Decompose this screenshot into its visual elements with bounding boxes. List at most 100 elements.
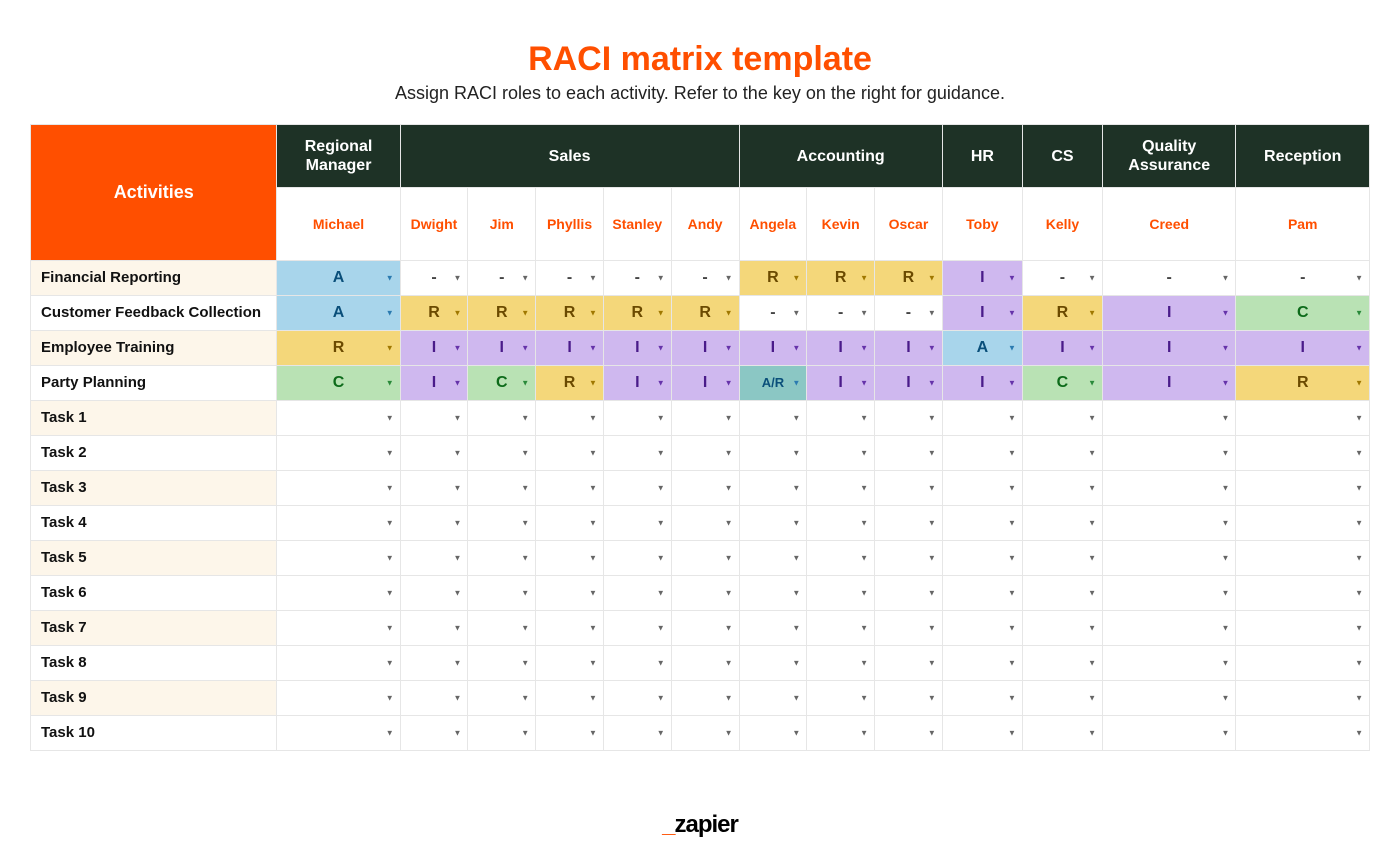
raci-cell[interactable]: ▼: [603, 436, 671, 471]
raci-cell[interactable]: R▼: [1236, 366, 1370, 401]
raci-cell[interactable]: ▼: [1022, 611, 1102, 646]
raci-cell[interactable]: I▼: [400, 331, 468, 366]
raci-cell[interactable]: I▼: [603, 331, 671, 366]
raci-cell[interactable]: ▼: [277, 506, 400, 541]
raci-cell[interactable]: C▼: [277, 366, 400, 401]
raci-cell[interactable]: ▼: [739, 436, 807, 471]
raci-cell[interactable]: ▼: [603, 611, 671, 646]
raci-cell[interactable]: ▼: [739, 611, 807, 646]
raci-cell[interactable]: I▼: [942, 366, 1022, 401]
raci-cell[interactable]: ▼: [536, 716, 604, 751]
raci-cell[interactable]: ▼: [739, 471, 807, 506]
raci-cell[interactable]: ▼: [739, 576, 807, 611]
raci-cell[interactable]: ▼: [603, 541, 671, 576]
raci-cell[interactable]: ▼: [1236, 576, 1370, 611]
raci-cell[interactable]: A/R▼: [739, 366, 807, 401]
raci-cell[interactable]: -▼: [400, 261, 468, 296]
raci-cell[interactable]: ▼: [1236, 471, 1370, 506]
raci-cell[interactable]: ▼: [468, 646, 536, 681]
raci-cell[interactable]: ▼: [603, 681, 671, 716]
raci-cell[interactable]: ▼: [1022, 646, 1102, 681]
raci-cell[interactable]: ▼: [1102, 401, 1235, 436]
raci-cell[interactable]: ▼: [1102, 611, 1235, 646]
raci-cell[interactable]: ▼: [671, 576, 739, 611]
raci-cell[interactable]: I▼: [1022, 331, 1102, 366]
raci-cell[interactable]: ▼: [400, 611, 468, 646]
raci-cell[interactable]: ▼: [1236, 611, 1370, 646]
raci-cell[interactable]: ▼: [942, 541, 1022, 576]
raci-cell[interactable]: ▼: [468, 541, 536, 576]
raci-cell[interactable]: ▼: [807, 611, 875, 646]
raci-cell[interactable]: ▼: [807, 541, 875, 576]
raci-cell[interactable]: ▼: [1102, 506, 1235, 541]
raci-cell[interactable]: ▼: [400, 471, 468, 506]
raci-cell[interactable]: ▼: [603, 716, 671, 751]
raci-cell[interactable]: ▼: [603, 576, 671, 611]
raci-cell[interactable]: R▼: [875, 261, 943, 296]
raci-cell[interactable]: I▼: [671, 366, 739, 401]
raci-cell[interactable]: I▼: [1102, 366, 1235, 401]
raci-cell[interactable]: ▼: [875, 541, 943, 576]
raci-cell[interactable]: I▼: [603, 366, 671, 401]
raci-cell[interactable]: -▼: [603, 261, 671, 296]
raci-cell[interactable]: -▼: [536, 261, 604, 296]
raci-cell[interactable]: ▼: [400, 681, 468, 716]
raci-cell[interactable]: ▼: [807, 401, 875, 436]
raci-cell[interactable]: ▼: [468, 681, 536, 716]
raci-cell[interactable]: ▼: [277, 471, 400, 506]
raci-cell[interactable]: -▼: [875, 296, 943, 331]
raci-cell[interactable]: I▼: [942, 296, 1022, 331]
raci-cell[interactable]: ▼: [875, 716, 943, 751]
raci-cell[interactable]: I▼: [739, 331, 807, 366]
raci-cell[interactable]: ▼: [1102, 646, 1235, 681]
raci-cell[interactable]: R▼: [536, 296, 604, 331]
raci-cell[interactable]: ▼: [468, 401, 536, 436]
raci-cell[interactable]: ▼: [671, 436, 739, 471]
raci-cell[interactable]: ▼: [807, 646, 875, 681]
raci-cell[interactable]: ▼: [942, 611, 1022, 646]
raci-cell[interactable]: ▼: [1236, 401, 1370, 436]
raci-cell[interactable]: ▼: [739, 506, 807, 541]
raci-cell[interactable]: ▼: [536, 541, 604, 576]
raci-cell[interactable]: ▼: [1022, 576, 1102, 611]
raci-cell[interactable]: ▼: [739, 716, 807, 751]
raci-cell[interactable]: -▼: [671, 261, 739, 296]
raci-cell[interactable]: ▼: [1236, 646, 1370, 681]
raci-cell[interactable]: ▼: [671, 716, 739, 751]
raci-cell[interactable]: I▼: [400, 366, 468, 401]
raci-cell[interactable]: ▼: [536, 681, 604, 716]
raci-cell[interactable]: ▼: [536, 471, 604, 506]
raci-cell[interactable]: ▼: [875, 681, 943, 716]
raci-cell[interactable]: ▼: [807, 716, 875, 751]
raci-cell[interactable]: I▼: [468, 331, 536, 366]
raci-cell[interactable]: ▼: [1022, 506, 1102, 541]
raci-cell[interactable]: ▼: [468, 611, 536, 646]
raci-cell[interactable]: ▼: [807, 681, 875, 716]
raci-cell[interactable]: ▼: [807, 506, 875, 541]
raci-cell[interactable]: C▼: [468, 366, 536, 401]
raci-cell[interactable]: R▼: [671, 296, 739, 331]
raci-cell[interactable]: ▼: [277, 436, 400, 471]
raci-cell[interactable]: I▼: [942, 261, 1022, 296]
raci-cell[interactable]: ▼: [1102, 576, 1235, 611]
raci-cell[interactable]: ▼: [807, 471, 875, 506]
raci-cell[interactable]: ▼: [603, 646, 671, 681]
raci-cell[interactable]: ▼: [468, 716, 536, 751]
raci-cell[interactable]: ▼: [277, 681, 400, 716]
raci-cell[interactable]: ▼: [400, 646, 468, 681]
raci-cell[interactable]: ▼: [1236, 541, 1370, 576]
raci-cell[interactable]: I▼: [807, 331, 875, 366]
raci-cell[interactable]: -▼: [1022, 261, 1102, 296]
raci-cell[interactable]: ▼: [1022, 541, 1102, 576]
raci-cell[interactable]: R▼: [400, 296, 468, 331]
raci-cell[interactable]: ▼: [942, 506, 1022, 541]
raci-cell[interactable]: I▼: [1102, 296, 1235, 331]
raci-cell[interactable]: ▼: [468, 506, 536, 541]
raci-cell[interactable]: ▼: [739, 401, 807, 436]
raci-cell[interactable]: R▼: [739, 261, 807, 296]
raci-cell[interactable]: ▼: [1102, 541, 1235, 576]
raci-cell[interactable]: I▼: [536, 331, 604, 366]
raci-cell[interactable]: ▼: [875, 646, 943, 681]
raci-cell[interactable]: ▼: [468, 471, 536, 506]
raci-cell[interactable]: ▼: [807, 576, 875, 611]
